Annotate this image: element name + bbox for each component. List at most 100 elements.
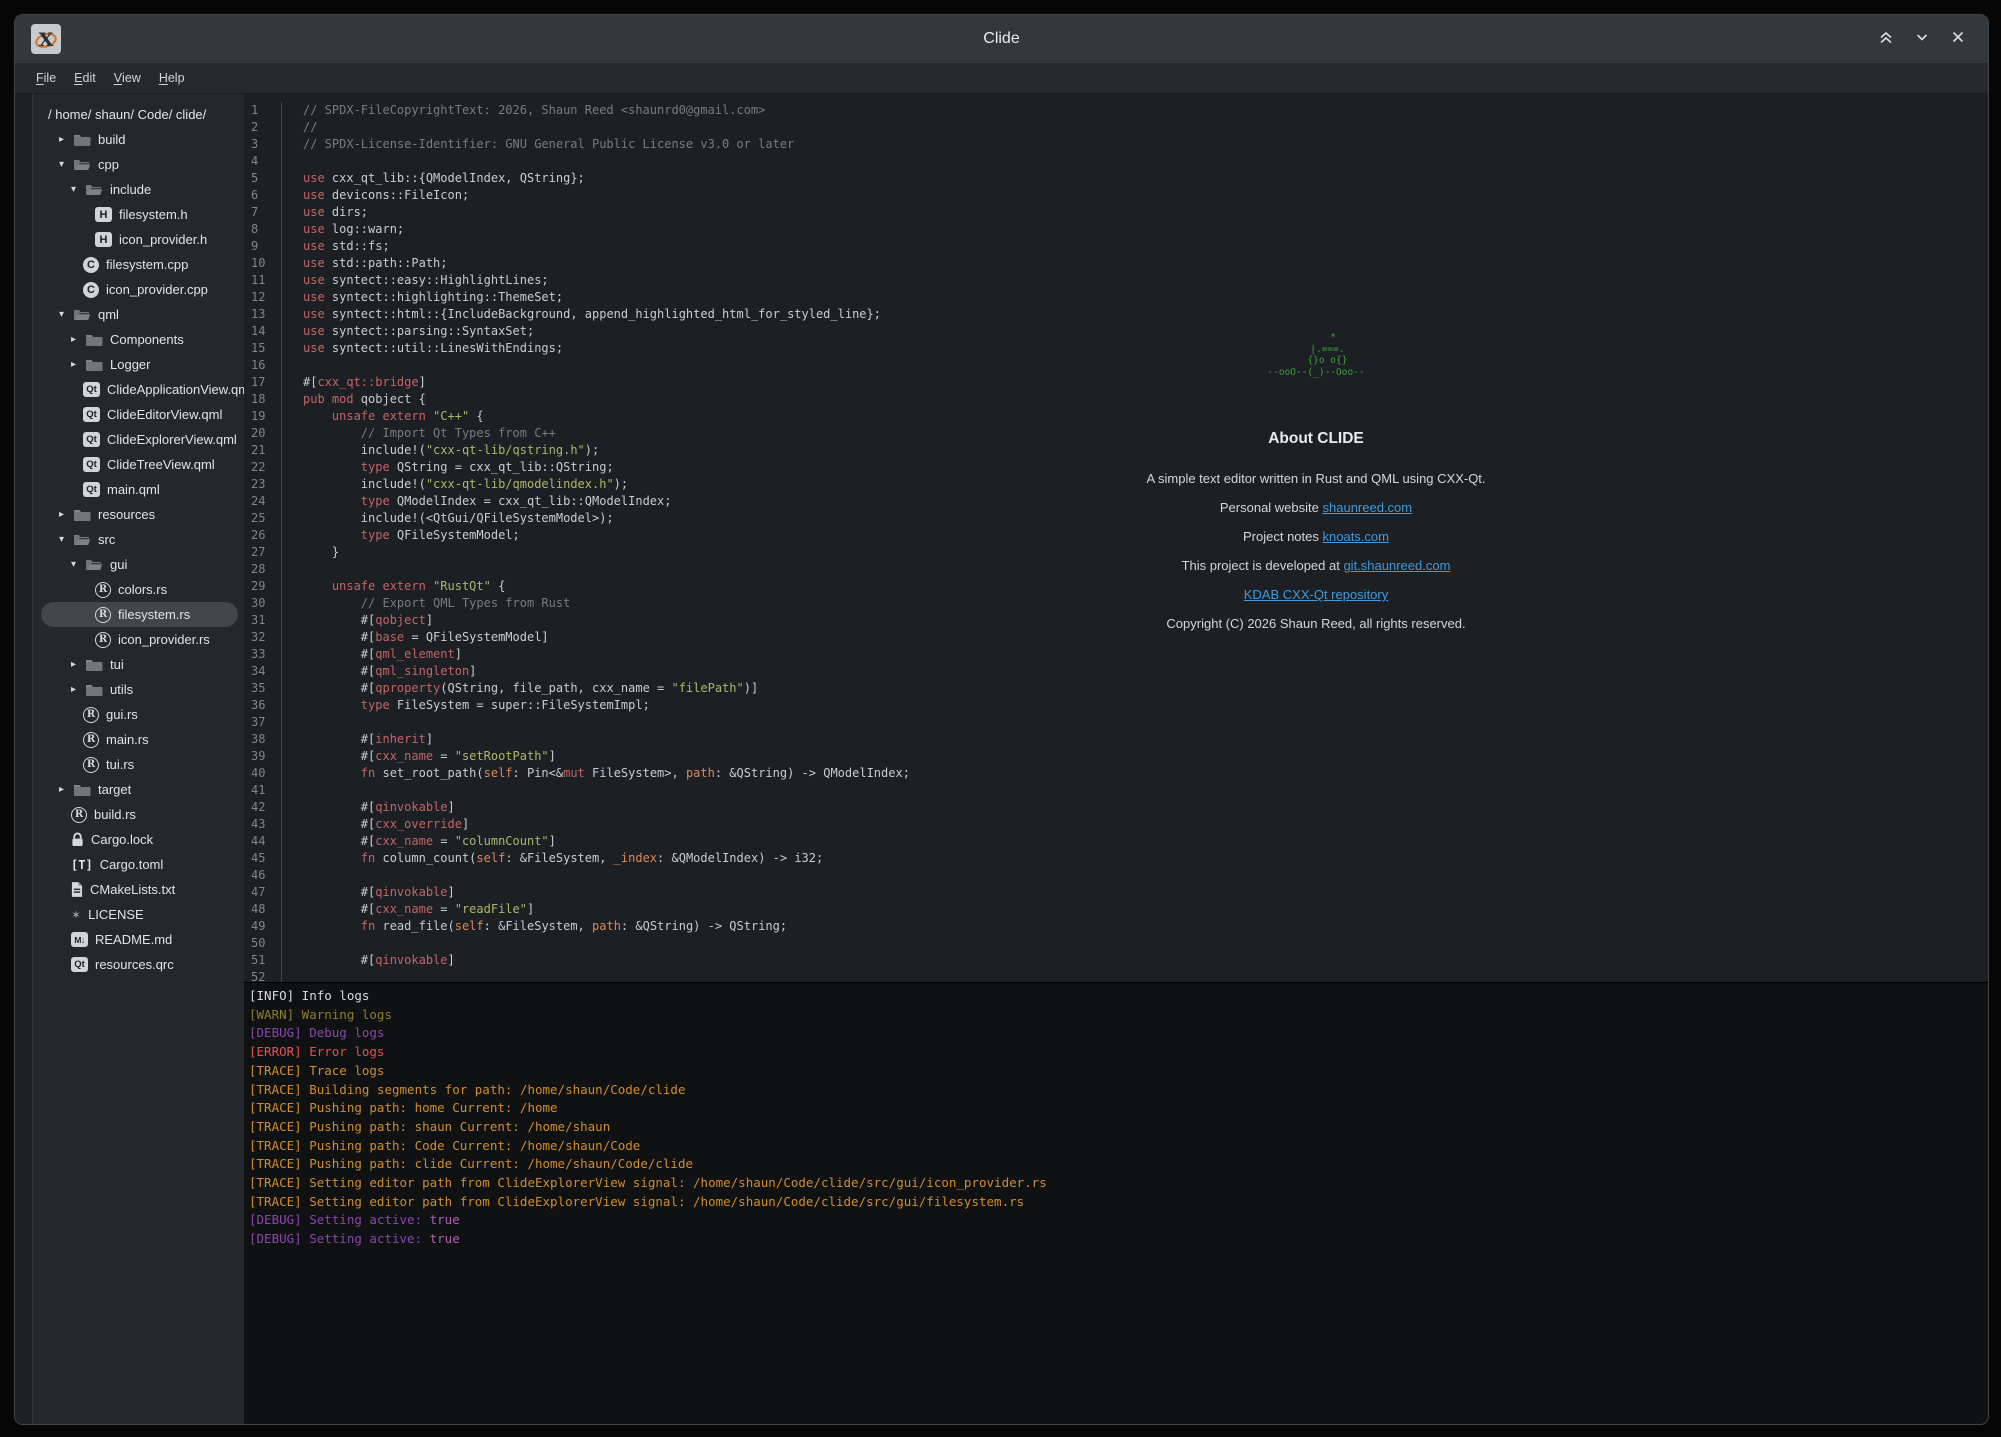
file-icon: Qt — [83, 432, 100, 447]
tree-item-label: resources — [98, 507, 155, 522]
tree-folder-tui[interactable]: ▸tui — [41, 652, 238, 677]
code-line: 1// SPDX-FileCopyrightText: 2026, Shaun … — [244, 102, 1988, 119]
line-number: 18 — [244, 391, 281, 408]
tree-folder-target[interactable]: ▸target — [41, 777, 238, 802]
file-icon: Qt — [83, 457, 100, 472]
chevron-expanded-icon[interactable]: ▾ — [71, 184, 85, 195]
about-repo-prefix: This project is developed at — [1182, 558, 1344, 573]
line-number: 25 — [244, 510, 281, 527]
code-line: 35 #[qproperty(QString, file_path, cxx_n… — [244, 680, 1988, 697]
line-number: 32 — [244, 629, 281, 646]
tree-file-cargo-lock[interactable]: Cargo.lock — [41, 827, 238, 852]
tree-item-label: main.qml — [107, 482, 160, 497]
chevron-expanded-icon[interactable]: ▾ — [59, 309, 73, 320]
tree-item-label: main.rs — [106, 732, 149, 747]
tree-item-label: src — [98, 532, 115, 547]
tree-folder-build[interactable]: ▸build — [41, 127, 238, 152]
tree-folder-cpp[interactable]: ▾cpp — [41, 152, 238, 177]
code-line: 49 fn read_file(self: &FileSystem, path:… — [244, 918, 1988, 935]
tree-file-filesystem-cpp[interactable]: Cfilesystem.cpp — [41, 252, 238, 277]
tree-file-resources-qrc[interactable]: Qtresources.qrc — [41, 952, 238, 977]
code-text: use std::fs; — [281, 238, 1988, 255]
tree-file-filesystem-h[interactable]: Hfilesystem.h — [41, 202, 238, 227]
tree-file-filesystem-rs[interactable]: Rfilesystem.rs — [41, 602, 238, 627]
close-button[interactable] — [1948, 29, 1968, 49]
tree-item-label: tui.rs — [106, 757, 134, 772]
code-line: 44 #[cxx_name = "columnCount"] — [244, 833, 1988, 850]
tree-file-main-rs[interactable]: Rmain.rs — [41, 727, 238, 752]
line-number: 31 — [244, 612, 281, 629]
tree-file-clideexplorerview-qml[interactable]: QtClideExplorerView.qml — [41, 427, 238, 452]
chevron-collapsed-icon[interactable]: ▸ — [71, 684, 85, 695]
tree-file-main-qml[interactable]: Qt main.qml — [41, 477, 238, 502]
tree-item-label: filesystem.cpp — [106, 257, 188, 272]
tree-file-build-rs[interactable]: Rbuild.rs — [41, 802, 238, 827]
tree-file-colors-rs[interactable]: Rcolors.rs — [41, 577, 238, 602]
chevron-collapsed-icon[interactable]: ▸ — [71, 359, 85, 370]
code-text: // SPDX-License-Identifier: GNU General … — [281, 136, 1988, 153]
menu-help[interactable]: Help — [150, 63, 194, 93]
tree-file-icon-provider-rs[interactable]: Ricon_provider.rs — [41, 627, 238, 652]
menu-view[interactable]: View — [105, 63, 150, 93]
project-notes-link[interactable]: knoats.com — [1323, 529, 1389, 544]
rust-file-icon: R — [95, 582, 111, 598]
git-repo-link[interactable]: git.shaunreed.com — [1343, 558, 1450, 573]
personal-website-link[interactable]: shaunreed.com — [1323, 500, 1413, 515]
chevron-expanded-icon[interactable]: ▾ — [59, 534, 73, 545]
folder-icon — [73, 308, 91, 322]
chevron-collapsed-icon[interactable]: ▸ — [59, 134, 73, 145]
tree-folder-include[interactable]: ▾include — [41, 177, 238, 202]
code-text: use cxx_qt_lib::{QModelIndex, QString}; — [281, 170, 1988, 187]
file-icon — [71, 832, 84, 847]
tree-file-cmakelists-txt[interactable]: CMakeLists.txt — [41, 877, 238, 902]
code-editor[interactable]: 1// SPDX-FileCopyrightText: 2026, Shaun … — [244, 94, 1988, 982]
menu-file[interactable]: File — [27, 63, 65, 93]
chevron-collapsed-icon[interactable]: ▸ — [59, 509, 73, 520]
line-number: 38 — [244, 731, 281, 748]
code-text: // SPDX-FileCopyrightText: 2026, Shaun R… — [281, 102, 1988, 119]
tree-file-icon-provider-h[interactable]: Hicon_provider.h — [41, 227, 238, 252]
tree-folder-gui[interactable]: ▾gui — [41, 552, 238, 577]
chevron-collapsed-icon[interactable]: ▸ — [71, 334, 85, 345]
about-notes-line: Project notes knoats.com — [1036, 530, 1596, 543]
tree-file-clideeditorview-qml[interactable]: QtClideEditorView.qml — [41, 402, 238, 427]
log-line: [ERROR] Error logs — [249, 1043, 1988, 1062]
code-text: #[qinvokable] — [281, 799, 1988, 816]
tree-file-readme-md[interactable]: M↓README.md — [41, 927, 238, 952]
tree-file-icon-provider-cpp[interactable]: Cicon_provider.cpp — [41, 277, 238, 302]
chevron-collapsed-icon[interactable]: ▸ — [59, 784, 73, 795]
code-line: 41 — [244, 782, 1988, 799]
line-number: 15 — [244, 340, 281, 357]
tree-folder-utils[interactable]: ▸ utils — [41, 677, 238, 702]
chevron-expanded-icon[interactable]: ▾ — [59, 159, 73, 170]
tree-folder-src[interactable]: ▾ src — [41, 527, 238, 552]
tree-file-gui-rs[interactable]: Rgui.rs — [41, 702, 238, 727]
tree-folder-components[interactable]: ▸Components — [41, 327, 238, 352]
tree-file-cargo-toml[interactable]: [T]Cargo.toml — [41, 852, 238, 877]
file-icon: Qt — [83, 482, 100, 497]
menu-edit[interactable]: Edit — [65, 63, 105, 93]
tree-file-license[interactable]: ✶LICENSE — [41, 902, 238, 927]
code-text: #[qproperty(QString, file_path, cxx_name… — [281, 680, 1988, 697]
file-icon: R — [95, 607, 111, 623]
tree-file-tui-rs[interactable]: Rtui.rs — [41, 752, 238, 777]
chevron-expanded-icon[interactable]: ▾ — [71, 559, 85, 570]
tree-item-label: LICENSE — [88, 907, 144, 922]
cpp-file-icon: C — [83, 257, 99, 273]
file-icon: C — [83, 257, 99, 273]
shade-button[interactable] — [1876, 29, 1896, 49]
minimize-button[interactable] — [1912, 29, 1932, 49]
code-text: fn column_count(self: &FileSystem, _inde… — [281, 850, 1988, 867]
tree-folder-qml[interactable]: ▾qml — [41, 302, 238, 327]
tree-item-label: utils — [110, 682, 133, 697]
sidebar-scrollbar[interactable] — [15, 94, 33, 1425]
tree-folder-resources[interactable]: ▸ resources — [41, 502, 238, 527]
code-text — [281, 867, 1988, 884]
tree-folder-logger[interactable]: ▸Logger — [41, 352, 238, 377]
tree-file-clideapplicationview-qml[interactable]: QtClideApplicationView.qml — [41, 377, 238, 402]
tree-file-clidetreeview-qml[interactable]: QtClideTreeView.qml — [41, 452, 238, 477]
log-line: [TRACE] Setting editor path from ClideEx… — [249, 1193, 1988, 1212]
chevron-collapsed-icon[interactable]: ▸ — [71, 659, 85, 670]
kdab-repo-link[interactable]: KDAB CXX-Qt repository — [1244, 587, 1389, 602]
line-number: 1 — [244, 102, 281, 119]
